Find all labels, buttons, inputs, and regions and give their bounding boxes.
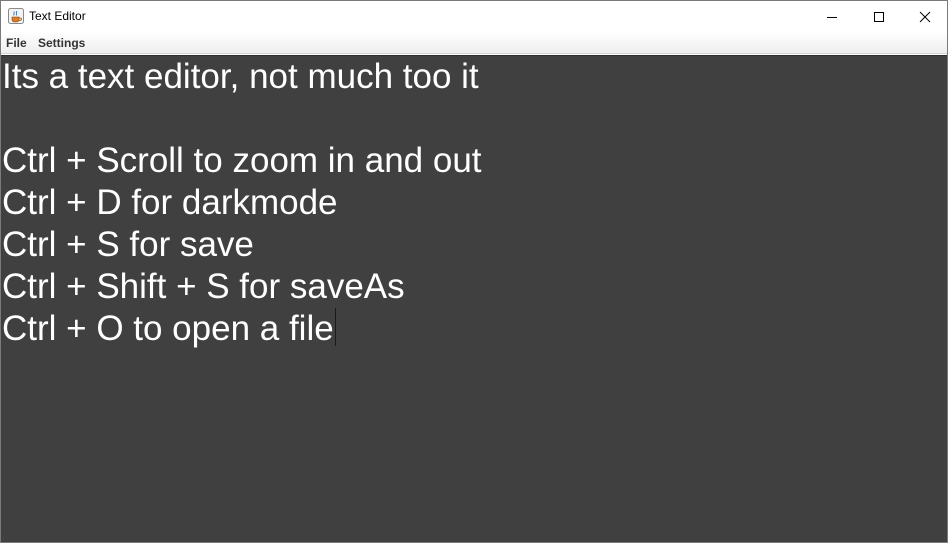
editor-line-text: Ctrl + O to open a file xyxy=(2,309,334,348)
minimize-icon xyxy=(827,16,837,18)
editor-line: Ctrl + S for save xyxy=(2,225,254,264)
menu-file[interactable]: File xyxy=(6,36,27,50)
minimize-button[interactable] xyxy=(809,1,855,32)
editor-line: Its a text editor, not much too it xyxy=(2,57,479,96)
close-button[interactable] xyxy=(902,1,947,32)
editor-line: Ctrl + Scroll to zoom in and out xyxy=(2,141,482,180)
text-editor-area[interactable]: Its a text editor, not much too it Ctrl … xyxy=(1,55,947,542)
text-caret xyxy=(334,308,336,346)
close-icon xyxy=(919,11,931,22)
app-window: Text Editor File Settings Its a text edi… xyxy=(0,0,948,543)
maximize-button[interactable] xyxy=(856,1,902,32)
menu-settings[interactable]: Settings xyxy=(38,36,85,50)
menu-bar: File Settings xyxy=(1,32,947,54)
maximize-icon xyxy=(874,11,884,22)
java-coffee-cup-icon xyxy=(8,8,24,24)
title-bar[interactable]: Text Editor xyxy=(1,1,947,32)
editor-line: Ctrl + Shift + S for saveAs xyxy=(2,267,405,306)
window-title: Text Editor xyxy=(29,9,86,23)
editor-line: Ctrl + D for darkmode xyxy=(2,183,338,222)
editor-line-last: Ctrl + O to open a file xyxy=(1,308,947,350)
